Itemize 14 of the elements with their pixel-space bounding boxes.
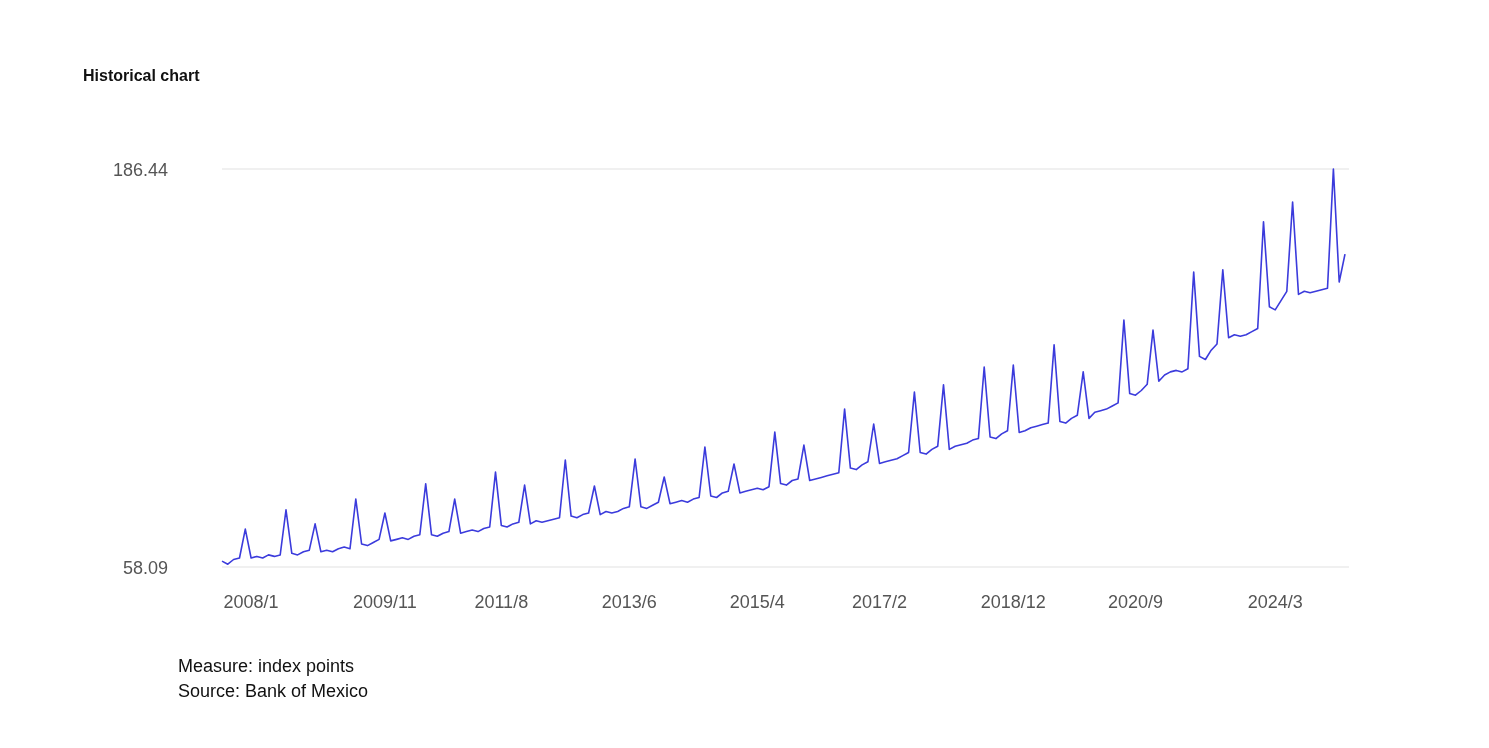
x-tick-label: 2018/12 bbox=[980, 592, 1046, 612]
x-tick-label: 2017/2 bbox=[852, 592, 908, 612]
y-tick-label: 58.09 bbox=[122, 558, 168, 578]
measure-text: Measure: index points bbox=[178, 655, 355, 678]
y-tick-label: 186.44 bbox=[112, 160, 168, 180]
x-tick-label: 2020/9 bbox=[1108, 592, 1164, 612]
x-tick-label: 2024/3 bbox=[1247, 592, 1303, 612]
x-tick-label: 2009/11 bbox=[353, 592, 417, 612]
chart-title: Historical chart bbox=[83, 67, 200, 85]
x-tick-label: 2008/1 bbox=[223, 592, 279, 612]
source-text: Source: Bank of Mexico bbox=[178, 680, 369, 703]
x-tick-label: 2015/4 bbox=[729, 592, 785, 612]
x-tick-label: 2011/8 bbox=[474, 592, 529, 612]
x-tick-label: 2013/6 bbox=[601, 592, 657, 612]
